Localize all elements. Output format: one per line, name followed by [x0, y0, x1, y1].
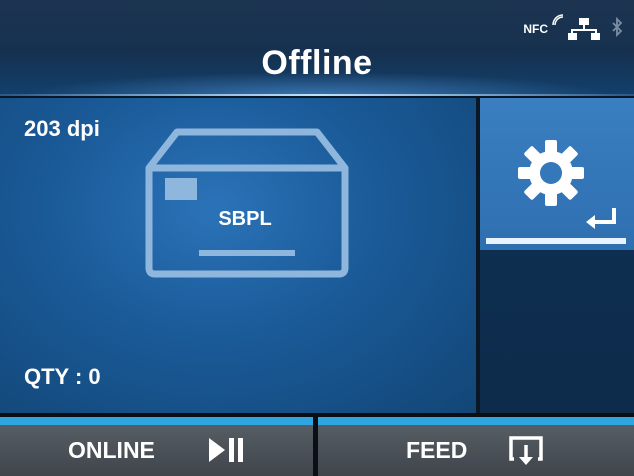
settings-focus-underline: [486, 238, 626, 244]
main-panel: 203 dpi SBPL QTY : 0: [0, 98, 476, 413]
online-button[interactable]: ONLINE: [0, 417, 313, 476]
feed-icon: [509, 436, 543, 465]
printer-display: Offline NFC 203 dpi SBPL QTY: 0 ONLINE …: [0, 0, 634, 476]
online-accent-bar: [0, 417, 313, 425]
bluetooth-icon: [612, 17, 623, 38]
quantity-label: QTY : 0: [24, 364, 101, 389]
printer-language-label: SBPL: [218, 208, 272, 230]
feed-button[interactable]: FEED: [318, 417, 634, 476]
play-pause-icon: [209, 438, 243, 462]
nfc-label: NFC: [523, 22, 548, 36]
resolution-label: 203 dpi: [24, 116, 100, 141]
softkey-bar: ONLINE FEED: [0, 413, 634, 476]
feed-label: FEED: [406, 437, 468, 463]
status-icons: NFC: [523, 14, 624, 44]
settings-button[interactable]: [480, 98, 634, 250]
network-icon: [568, 18, 600, 40]
page-title: Offline: [261, 44, 373, 82]
gear-icon: [518, 140, 584, 206]
nfc-icon: NFC: [523, 14, 564, 36]
printer-icon: [145, 128, 349, 278]
feed-accent-bar: [318, 417, 634, 425]
side-column: [480, 98, 634, 413]
nfc-wave-icon: [552, 14, 564, 26]
enter-icon: [586, 208, 616, 229]
online-label: ONLINE: [68, 437, 155, 463]
header: Offline NFC: [0, 0, 634, 96]
header-divider: [0, 94, 634, 96]
